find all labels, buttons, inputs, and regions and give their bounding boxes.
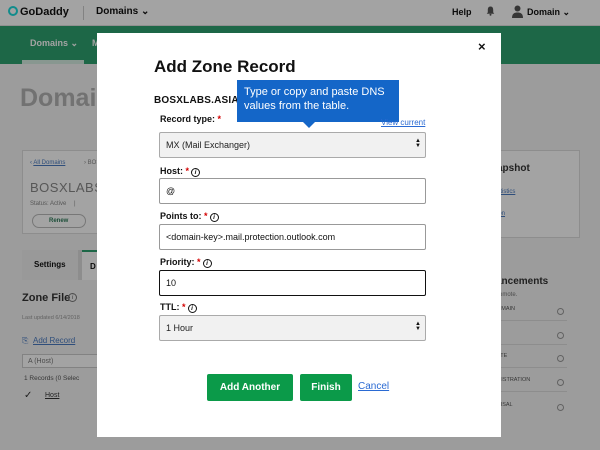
ttl-label: TTL: * i — [160, 302, 197, 313]
ttl-select[interactable] — [159, 315, 426, 341]
points-to-label: Points to: * i — [160, 211, 219, 222]
finish-button[interactable]: Finish — [300, 374, 352, 401]
record-type-label: Record type: * — [160, 114, 221, 124]
required-marker: * — [182, 302, 186, 312]
info-icon[interactable]: i — [187, 304, 197, 313]
select-arrows-icon: ▲ ▼ — [415, 138, 421, 149]
points-to-input[interactable] — [159, 224, 426, 250]
required-marker: * — [185, 166, 190, 176]
dns-tooltip: Type or copy and paste DNS values from t… — [237, 80, 399, 122]
host-label-text: Host: — [160, 166, 183, 176]
required-marker: * — [217, 114, 222, 124]
ttl-label-text: TTL: — [160, 302, 180, 312]
add-another-button[interactable]: Add Another — [207, 374, 293, 401]
record-type-label-text: Record type: — [160, 114, 216, 124]
ttl-value: 1 Hour — [166, 323, 194, 333]
host-label: Host: * i — [160, 166, 201, 177]
info-icon[interactable]: i — [202, 259, 212, 268]
required-marker: * — [204, 211, 208, 221]
domain-name: BOSXLABS.ASIA — [154, 95, 239, 106]
priority-label-text: Priority: — [160, 257, 195, 267]
tooltip-arrow — [303, 122, 315, 128]
select-arrows-icon: ▲ ▼ — [415, 321, 421, 332]
info-icon[interactable]: i — [209, 213, 219, 222]
record-type-value: MX (Mail Exchanger) — [166, 140, 251, 150]
info-icon[interactable]: i — [191, 168, 201, 177]
close-icon[interactable]: × — [478, 39, 486, 54]
points-to-label-text: Points to: — [160, 211, 202, 221]
view-current-link[interactable]: View current — [381, 118, 425, 127]
priority-label: Priority: * i — [160, 257, 212, 268]
required-marker: * — [197, 257, 201, 267]
host-input[interactable] — [159, 178, 426, 204]
modal-title: Add Zone Record — [154, 57, 296, 76]
cancel-button[interactable]: Cancel — [358, 381, 389, 392]
priority-input[interactable] — [159, 270, 426, 296]
